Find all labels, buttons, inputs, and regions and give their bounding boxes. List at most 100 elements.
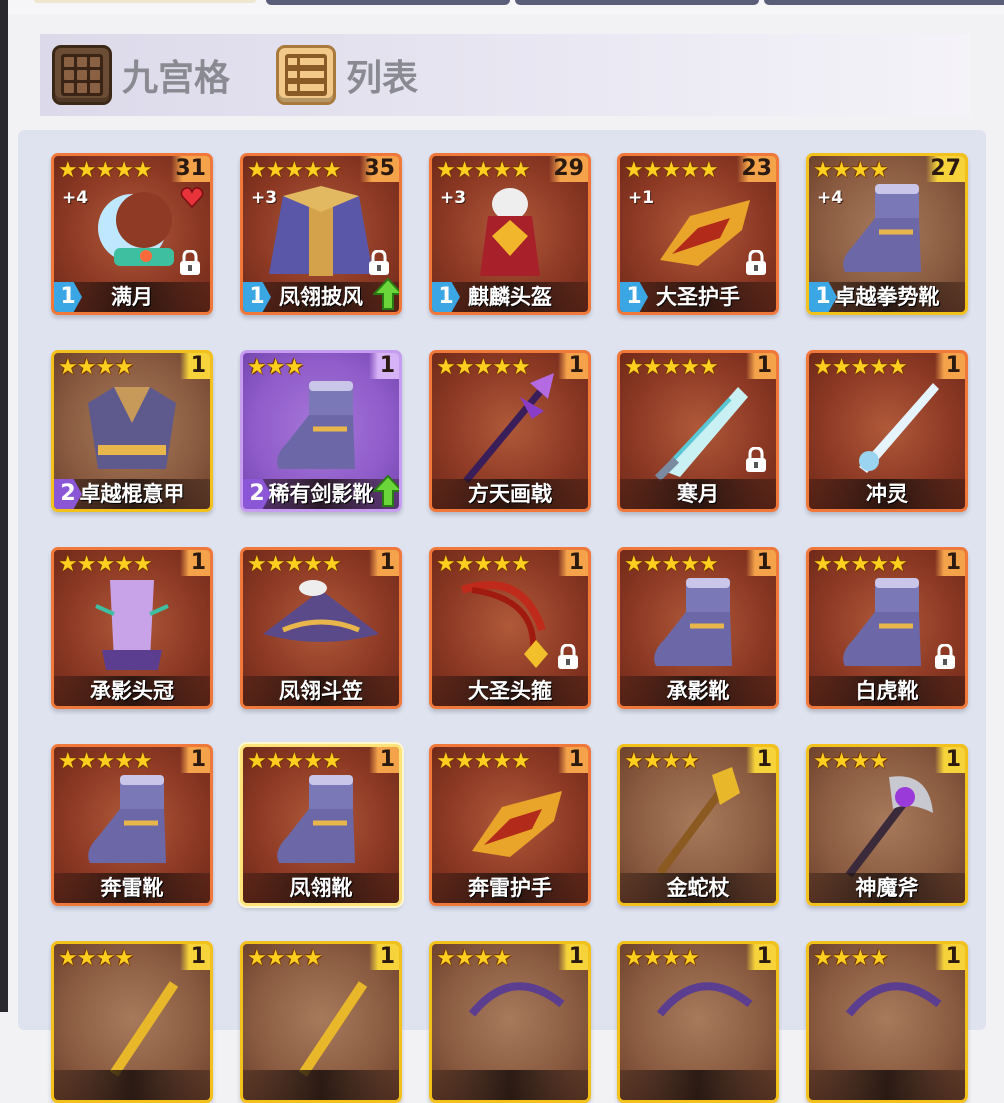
star-icon: ★ [642,552,663,577]
star-icon: ★ [698,552,719,577]
equipment-card[interactable]: ★ ★ ★ ★ 1 神魔斧 [806,744,968,906]
star-icon: ★ [303,749,323,774]
top-tab[interactable] [764,0,1004,5]
equipment-card[interactable]: ★ ★ ★ ★ ★ 1 寒月 [617,350,779,512]
equipment-card[interactable]: ★ ★ ★ ★ ★ 23 +1 大圣护手 1 [617,153,779,315]
star-rating: ★ ★ ★ ★ ★ [247,749,342,774]
equipment-card[interactable]: ★ ★ ★ ★ ★ 1 奔雷护手 [429,744,591,906]
equipment-card[interactable]: ★ ★ ★ ★ 1 [617,941,779,1103]
equipment-card[interactable]: ★ ★ ★ ★ ★ 1 大圣头箍 [429,547,591,709]
equipment-card[interactable]: ★ ★ ★ ★ ★ 35 +3 凤翎披风 1 [240,153,402,315]
level-badge: 1 [935,747,965,773]
name-bar [54,1070,210,1100]
equipment-card[interactable]: ★ ★ ★ ★ ★ 1 方天画戟 [429,350,591,512]
lock-icon [746,447,766,472]
star-icon: ★ [624,355,644,380]
star-icon: ★ [436,355,456,380]
star-icon: ★ [698,158,719,183]
star-rating: ★ ★ ★ ★ ★ [58,158,153,183]
name-bar [243,1070,399,1100]
equipment-card[interactable]: ★ ★ ★ ★ 1 [240,941,402,1103]
star-icon: ★ [114,946,134,971]
top-tab[interactable] [515,0,759,5]
star-icon: ★ [95,552,116,577]
list-view-button[interactable]: 列表 [276,42,418,108]
star-icon: ★ [624,749,644,774]
star-icon: ★ [492,749,512,774]
equipment-card[interactable]: ★ ★ ★ ★ ★ 1 承影靴 [617,547,779,709]
top-tab[interactable] [266,0,510,5]
level-badge: 31 [171,156,210,182]
equipment-card[interactable]: ★ ★ ★ ★ 1 [51,941,213,1103]
star-icon: ★ [321,158,342,183]
equipment-card[interactable]: ★ ★ ★ ★ 1 [429,941,591,1103]
name-bar: 承影靴 [620,676,776,706]
level-badge: 1 [558,747,588,773]
equipment-card[interactable]: ★ ★ ★ ★ ★ 1 凤翎斗笠 [240,547,402,709]
star-icon: ★ [76,749,97,774]
star-icon: ★ [813,158,833,183]
equipment-card[interactable]: ★ ★ ★ ★ ★ 1 奔雷靴 [51,744,213,906]
star-rating: ★ ★ ★ ★ [247,946,323,971]
equipment-card[interactable]: ★ ★ ★ ★ ★ 29 +3 麒麟头盔 1 [429,153,591,315]
star-icon: ★ [831,158,852,183]
equipment-card[interactable]: ★ ★ ★ ★ ★ 31 +4 满月 1 [51,153,213,315]
equipment-card[interactable]: ★ ★ ★ 1 稀有剑影靴 2 [240,350,402,512]
star-icon: ★ [510,355,531,380]
equipment-card[interactable]: ★ ★ ★ ★ ★ 1 凤翎靴 [240,744,402,906]
refine-level: +3 [440,188,467,208]
level-badge: 1 [369,353,399,379]
star-icon: ★ [454,946,475,971]
equipment-card[interactable]: ★ ★ ★ ★ 1 金蛇杖 [617,744,779,906]
star-icon: ★ [850,749,871,774]
star-icon: ★ [95,355,116,380]
level-badge: 1 [558,353,588,379]
name-bar: 寒月 [620,479,776,509]
star-icon: ★ [247,355,267,380]
star-rating: ★ ★ ★ ★ ★ [247,158,342,183]
level-badge: 1 [935,550,965,576]
star-icon: ★ [247,749,267,774]
item-name: 承影头冠 [90,679,174,703]
heart-icon [180,187,204,208]
star-icon: ★ [454,355,475,380]
level-badge: 1 [180,550,210,576]
item-name: 方天画戟 [468,482,552,506]
grid-icon [52,45,112,105]
equipment-card[interactable]: ★ ★ ★ ★ 1 卓越棍意甲 2 [51,350,213,512]
star-icon: ★ [510,749,531,774]
star-rating: ★ ★ ★ ★ [813,946,889,971]
star-icon: ★ [436,749,456,774]
star-icon: ★ [661,552,682,577]
item-name: 寒月 [677,482,719,506]
equipment-card[interactable]: ★ ★ ★ ★ ★ 1 冲灵 [806,350,968,512]
star-icon: ★ [265,355,286,380]
name-bar: 冲灵 [809,479,965,509]
item-name: 金蛇杖 [666,876,730,900]
level-badge: 1 [180,944,210,970]
equipment-card[interactable]: ★ ★ ★ ★ 1 [806,941,968,1103]
star-icon: ★ [813,552,833,577]
name-bar: 承影头冠 [54,676,210,706]
name-bar: 白虎靴 [809,676,965,706]
star-icon: ★ [303,946,323,971]
star-rating: ★ ★ ★ ★ ★ [813,552,908,577]
star-icon: ★ [76,158,97,183]
star-icon: ★ [831,355,852,380]
star-icon: ★ [473,552,494,577]
name-bar: 大圣头箍 [432,676,588,706]
equipment-card[interactable]: ★ ★ ★ ★ 27 +4 卓越拳势靴 1 [806,153,968,315]
equipment-card[interactable]: ★ ★ ★ ★ ★ 1 白虎靴 [806,547,968,709]
star-icon: ★ [265,749,286,774]
star-icon: ★ [661,749,682,774]
star-icon: ★ [680,552,700,577]
equipment-card[interactable]: ★ ★ ★ ★ ★ 1 承影头冠 [51,547,213,709]
star-icon: ★ [624,552,644,577]
star-rating: ★ ★ ★ ★ [58,355,134,380]
top-tab[interactable] [34,0,256,3]
star-rating: ★ ★ ★ ★ [436,946,512,971]
star-icon: ★ [850,946,871,971]
grid-view-button[interactable]: 九宫格 [52,42,230,108]
star-icon: ★ [95,946,116,971]
star-icon: ★ [869,946,889,971]
